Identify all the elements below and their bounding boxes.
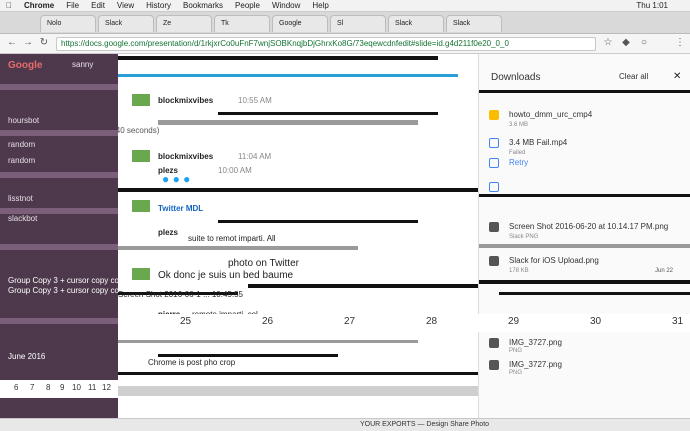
status-bar: YOUR EXPORTS — Design Share Photo — [0, 418, 690, 431]
calendar-day[interactable]: 29 — [508, 316, 519, 327]
menu-people[interactable]: People — [235, 1, 260, 10]
calendar-day[interactable]: 30 — [590, 316, 601, 327]
download-item-6[interactable]: IMG_3727.png — [509, 360, 562, 369]
menu-help[interactable]: Help — [312, 1, 328, 10]
message-author[interactable]: blockmixvibes — [158, 96, 213, 105]
minical-day[interactable]: 7 — [30, 383, 34, 392]
sidebar-item-group-2[interactable]: Group Copy 3 + cursor copy copy — [8, 286, 127, 295]
reload-icon[interactable]: ↻ — [38, 37, 50, 49]
tab-5[interactable]: Sl — [330, 15, 386, 32]
calendar-week-row: 25 26 27 28 29 30 31 — [130, 314, 690, 332]
menu-bar:  Chrome File Edit View History Bookmark… — [0, 0, 690, 12]
minical-day[interactable]: 8 — [46, 383, 50, 392]
downloads-title: Downloads — [491, 72, 541, 83]
tab-0[interactable]: Nolo — [40, 15, 96, 32]
address-bar[interactable]: https://docs.google.com/presentation/d/1… — [56, 37, 596, 51]
download-item-5[interactable]: IMG_3727.png — [509, 338, 562, 347]
download-item-sub: 3.6 MB — [509, 122, 529, 128]
result-count: 5 results (0.40 seconds) — [118, 126, 160, 135]
date-badge: Jun 22 — [655, 268, 674, 274]
menu-bookmarks[interactable]: Bookmarks — [183, 1, 223, 10]
tab-4[interactable]: Google — [272, 15, 328, 32]
menu-view[interactable]: View — [117, 1, 134, 10]
calendar-day[interactable]: 31 — [672, 316, 683, 327]
tab-6[interactable]: Slack — [388, 15, 444, 32]
download-item-2-sub: Failed — [509, 150, 526, 156]
tab-1[interactable]: Slack — [98, 15, 154, 32]
sidebar-item-group-1[interactable]: Group Copy 3 + cursor copy copy — [8, 276, 127, 285]
download-item-4[interactable]: Slack for iOS Upload.png — [509, 256, 599, 265]
mini-calendar: 6 7 8 9 10 11 12 — [0, 380, 118, 398]
menu-file[interactable]: File — [66, 1, 79, 10]
message-time: 10:55 AM — [238, 96, 272, 105]
download-item-3[interactable]: Screen Shot 2016-06-20 at 10.14.17 PM.pn… — [509, 222, 668, 231]
sidebar: Google sanny hoursbot random random liss… — [0, 54, 127, 431]
sidebar-item-random-2[interactable]: random — [8, 156, 35, 165]
tab-3[interactable]: Tk — [214, 15, 270, 32]
sidebar-item-slackbot[interactable]: slackbot — [8, 214, 37, 223]
minical-day[interactable]: 9 — [60, 383, 64, 392]
minical-day[interactable]: 11 — [88, 383, 96, 392]
arrow-right-icon[interactable]: → — [22, 37, 34, 49]
brand-logo: Google — [8, 60, 43, 71]
close-icon[interactable]: ✕ — [673, 71, 681, 82]
download-item-5-sub: PNG — [509, 348, 523, 354]
user-name: sanny — [72, 60, 94, 69]
extension-icon[interactable]: ◆ — [620, 37, 632, 49]
message-text-7: suite to remot imparti. All — [188, 234, 276, 243]
message-author-6[interactable]: Twitter MDL — [158, 204, 203, 213]
message-text-12: Chrome is post pho crop — [148, 358, 236, 367]
minical-day[interactable]: 10 — [72, 383, 81, 392]
message-text-9: Ok donc je suis un bed baume — [158, 270, 294, 281]
star-icon[interactable]: ☆ — [602, 37, 614, 49]
message-feed: 5 results (0.40 seconds) blockmixvibes 1… — [118, 54, 478, 431]
message-text-10: Screen Shot 2016-06-1 ... 10.45.55 — [118, 290, 243, 299]
download-item-3-sub: Slack PNG — [509, 234, 539, 240]
menu-window[interactable]: Window — [272, 1, 300, 10]
apple-logo-icon[interactable]:  — [6, 1, 12, 10]
minical-day[interactable]: 6 — [14, 383, 18, 392]
download-item-6-sub: PNG — [509, 370, 523, 376]
menu-history[interactable]: History — [146, 1, 171, 10]
tab-7[interactable]: Slack — [446, 15, 502, 32]
download-item-2[interactable]: 3.4 MB Fail.mp4 — [509, 138, 567, 147]
sidebar-item-hoursbot[interactable]: hoursbot — [8, 116, 39, 125]
message-author-2[interactable]: blockmixvibes — [158, 152, 213, 161]
calendar-day[interactable]: 27 — [344, 316, 355, 327]
menubar-clock: Thu 1:01 — [636, 1, 668, 10]
message-author-7[interactable]: plezs — [158, 228, 178, 237]
twitter-icons: ● ● ● — [162, 172, 191, 186]
message-text-8: photo on Twitter — [228, 258, 299, 269]
download-item-4-sub: 178 KB — [509, 268, 529, 274]
retry-link[interactable]: Retry — [509, 158, 528, 167]
downloads-panel: Downloads Clear all ✕ howto_dmm_urc_cmp4… — [478, 54, 690, 431]
extension-icon-2[interactable]: ○ — [638, 37, 650, 49]
message-time-2: 11:04 AM — [238, 152, 272, 161]
sidebar-item-random[interactable]: random — [8, 140, 35, 149]
calendar-day[interactable]: 26 — [262, 316, 273, 327]
clear-all-button[interactable]: Clear all — [619, 72, 648, 81]
minical-day[interactable]: 12 — [102, 383, 111, 392]
arrow-left-icon[interactable]: ← — [6, 37, 18, 49]
sidebar-item-lisstnot[interactable]: lisstnot — [8, 194, 33, 203]
download-item[interactable]: howto_dmm_urc_cmp4 — [509, 110, 592, 119]
app-menu[interactable]: Chrome — [24, 1, 54, 10]
tab-2[interactable]: Ze — [156, 15, 212, 32]
message-text-3: 10:00 AM — [218, 166, 252, 175]
calendar-day[interactable]: 28 — [426, 316, 437, 327]
menu-edit[interactable]: Edit — [91, 1, 105, 10]
menu-icon[interactable]: ⋮ — [674, 37, 686, 49]
calendar-day[interactable]: 25 — [180, 316, 191, 327]
tab-strip: Nolo Slack Ze Tk Google Sl Slack Slack — [0, 12, 690, 34]
calendar-month-label: June 2016 — [8, 352, 46, 361]
